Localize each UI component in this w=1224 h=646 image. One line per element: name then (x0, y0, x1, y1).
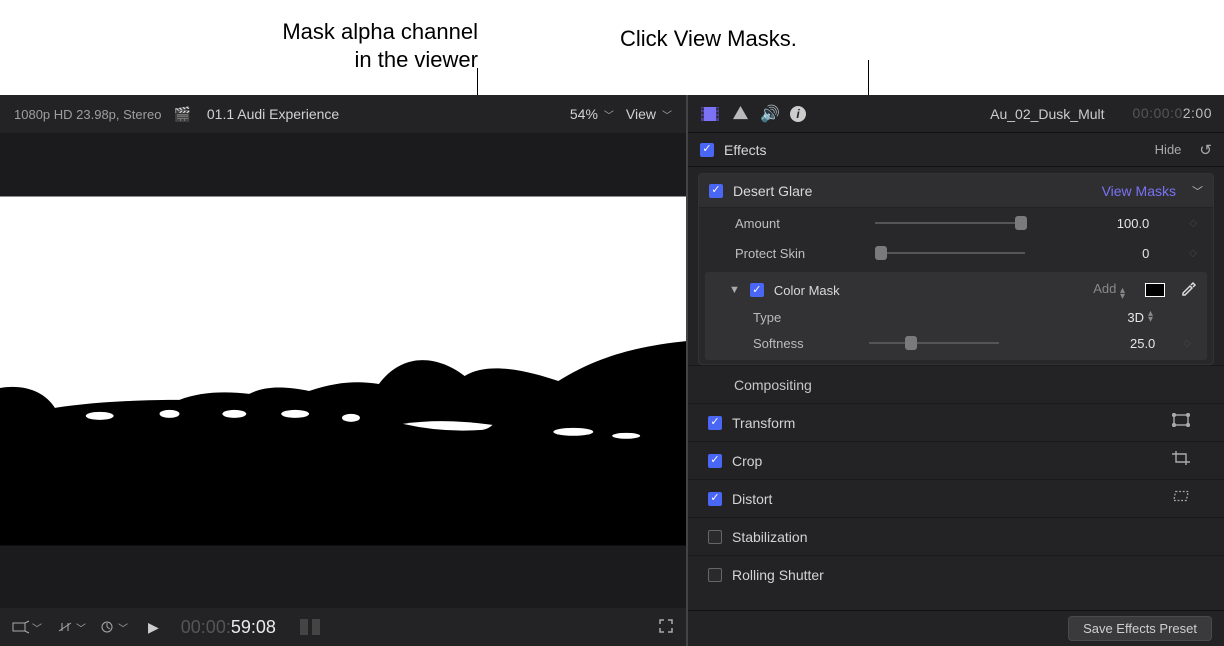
stabilization-checkbox[interactable] (708, 530, 722, 544)
param-amount: Amount 100.0 ◇ (699, 208, 1213, 238)
viewer-header: 1080p HD 23.98p, Stereo 🎬 01.1 Audi Expe… (0, 95, 686, 133)
stepper-icon: ▴▾ (1148, 311, 1153, 323)
distort-checkbox[interactable] (708, 492, 722, 506)
rolling-shutter-label: Rolling Shutter (732, 567, 824, 583)
add-mask-popup[interactable]: Add ▴▾ (1093, 281, 1125, 300)
retime-dropdown[interactable]: ﹀ (100, 620, 128, 635)
keyframe-icon[interactable]: ◇ (1189, 248, 1197, 259)
slider-thumb[interactable] (905, 336, 917, 350)
effects-checkbox[interactable] (700, 143, 714, 157)
audio-inspector-tab[interactable]: 🔊 (760, 104, 780, 124)
stabilization-label: Stabilization (732, 529, 808, 545)
transform-section[interactable]: Transform (688, 403, 1224, 441)
project-name: 01.1 Audi Experience (207, 106, 339, 122)
chevron-down-icon: ﹀ (604, 107, 614, 122)
video-inspector-tab[interactable] (700, 104, 720, 124)
chevron-down-icon: ﹀ (662, 107, 672, 122)
rolling-shutter-section[interactable]: Rolling Shutter (688, 555, 1224, 593)
clip-timecode: 00:00:02:00 (1133, 105, 1212, 122)
compositing-label: Compositing (734, 377, 812, 393)
zoom-value: 54% (570, 106, 598, 122)
fullscreen-button[interactable] (658, 618, 674, 637)
type-popup[interactable]: 3D ▴▾ (1127, 310, 1153, 325)
slider-thumb[interactable] (1015, 216, 1027, 230)
param-label: Amount (735, 216, 865, 231)
mask-softness-row: Softness 25.0 ◇ (729, 330, 1197, 356)
effects-section-header: Effects Hide ↺ (688, 133, 1224, 167)
view-dropdown[interactable]: View ﹀ (626, 106, 672, 122)
effect-dropdown-chevron[interactable]: ﹀ (1192, 183, 1203, 199)
color-mask-checkbox[interactable] (750, 283, 764, 297)
reset-button[interactable]: ↺ (1199, 141, 1212, 159)
transform-icon[interactable] (1172, 413, 1190, 432)
play-button[interactable]: ▶ (148, 619, 159, 636)
inspector-panel: 🔊 i Au_02_Dusk_Mult 00:00:02:00 Effects … (688, 95, 1224, 646)
effect-checkbox[interactable] (709, 184, 723, 198)
param-protect-skin: Protect Skin 0 ◇ (699, 238, 1213, 268)
effect-header[interactable]: Desert Glare View Masks ﹀ (699, 174, 1213, 208)
crop-label: Crop (732, 453, 762, 469)
effect-name: Desert Glare (733, 183, 812, 199)
softness-label: Softness (753, 336, 859, 351)
view-masks-button[interactable]: View Masks (1102, 183, 1176, 199)
app-window: 1080p HD 23.98p, Stereo 🎬 01.1 Audi Expe… (0, 95, 1224, 646)
viewer-media[interactable] (0, 133, 686, 608)
chevron-down-icon: ﹀ (32, 620, 42, 635)
view-label: View (626, 106, 656, 122)
format-label: 1080p HD 23.98p, Stereo (14, 107, 161, 122)
clapperboard-icon: 🎬 (173, 106, 190, 123)
transport-bar: ﹀ ﹀ ﹀ ▶ 00:00:59:08 (0, 608, 686, 646)
color-inspector-tab[interactable] (730, 104, 750, 124)
annotation-view-masks: Click View Masks. (620, 25, 880, 53)
snapping-dropdown[interactable]: ﹀ (56, 620, 86, 635)
effect-desert-glare: Desert Glare View Masks ﹀ Amount 100.0 ◇… (698, 173, 1214, 365)
keyframe-icon[interactable]: ◇ (1189, 218, 1197, 229)
color-swatch[interactable] (1145, 283, 1165, 297)
crop-checkbox[interactable] (708, 454, 722, 468)
chevron-down-icon: ﹀ (118, 620, 128, 635)
disclosure-triangle[interactable]: ▼ (729, 284, 740, 296)
distort-icon[interactable] (1172, 489, 1190, 508)
eyedropper-icon[interactable] (1181, 281, 1197, 300)
amount-value[interactable]: 100.0 (1089, 216, 1149, 231)
timecode-display[interactable]: 00:00:59:08 (181, 617, 276, 638)
amount-slider[interactable] (875, 222, 1025, 224)
inspector-body: Effects Hide ↺ Desert Glare View Masks ﹀… (688, 133, 1224, 610)
viewer-panel: 1080p HD 23.98p, Stereo 🎬 01.1 Audi Expe… (0, 95, 688, 646)
clip-appearance-dropdown[interactable]: ﹀ (12, 620, 42, 635)
mask-type-row: Type 3D ▴▾ (729, 304, 1197, 330)
effects-section-label: Effects (724, 142, 767, 158)
inspector-footer: Save Effects Preset (688, 610, 1224, 646)
annotation-mask-alpha: Mask alpha channel in the viewer (208, 18, 478, 73)
info-inspector-tab[interactable]: i (790, 106, 806, 122)
softness-value[interactable]: 25.0 (1095, 336, 1155, 351)
hide-effects-button[interactable]: Hide (1155, 142, 1182, 157)
color-mask-label: Color Mask (774, 283, 840, 298)
distort-section[interactable]: Distort (688, 479, 1224, 517)
clip-name: Au_02_Dusk_Mult (990, 106, 1104, 122)
slider-thumb[interactable] (875, 246, 887, 260)
stabilization-section[interactable]: Stabilization (688, 517, 1224, 555)
transform-label: Transform (732, 415, 795, 431)
crop-icon[interactable] (1172, 451, 1190, 470)
stepper-icon: ▴▾ (1120, 288, 1125, 300)
softness-slider[interactable] (869, 342, 999, 344)
protect-skin-value[interactable]: 0 (1089, 246, 1149, 261)
distort-label: Distort (732, 491, 772, 507)
zoom-dropdown[interactable]: 54% ﹀ (570, 106, 614, 122)
crop-section[interactable]: Crop (688, 441, 1224, 479)
audio-skim-indicator (300, 618, 330, 636)
protect-skin-slider[interactable] (875, 252, 1025, 254)
color-mask-row: ▼ Color Mask Add ▴▾ Type (705, 272, 1207, 360)
rolling-shutter-checkbox[interactable] (708, 568, 722, 582)
chevron-down-icon: ﹀ (76, 620, 86, 635)
keyframe-icon[interactable]: ◇ (1183, 338, 1191, 349)
transform-checkbox[interactable] (708, 416, 722, 430)
save-effects-preset-button[interactable]: Save Effects Preset (1068, 616, 1212, 641)
inspector-header: 🔊 i Au_02_Dusk_Mult 00:00:02:00 (688, 95, 1224, 133)
type-label: Type (753, 310, 859, 325)
mask-alpha-image (0, 156, 686, 586)
compositing-section[interactable]: Compositing (688, 365, 1224, 403)
param-label: Protect Skin (735, 246, 865, 261)
